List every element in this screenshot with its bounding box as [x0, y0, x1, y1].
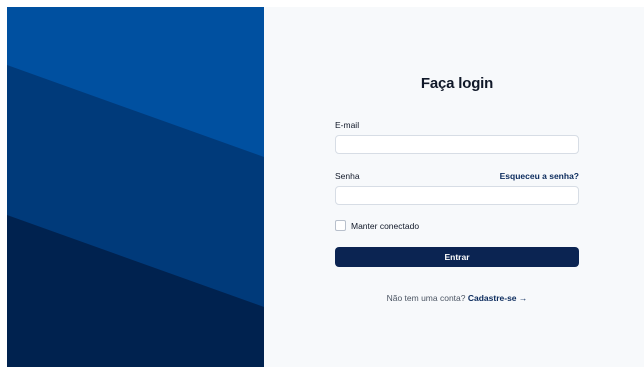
signup-row: Não tem uma conta? Cadastre-se → — [335, 293, 579, 303]
forgot-password-link[interactable]: Esqueceu a senha? — [500, 171, 579, 181]
email-field[interactable] — [335, 135, 579, 154]
signup-link-label: Cadastre-se — [467, 293, 517, 303]
password-field[interactable] — [335, 186, 579, 205]
login-button[interactable]: Entrar — [335, 247, 579, 267]
diagonal-stripes-graphic — [7, 7, 264, 367]
signup-link[interactable]: Cadastre-se → — [468, 293, 528, 303]
login-form-panel: Faça login E-mail Senha Esqueceu a senha… — [264, 7, 644, 367]
remember-me-checkbox[interactable] — [335, 220, 346, 231]
remember-me-row[interactable]: Manter conectado — [335, 220, 419, 231]
password-label: Senha — [335, 171, 360, 181]
email-label: E-mail — [335, 120, 360, 130]
page-title: Faça login — [420, 75, 494, 92]
decorative-panel — [7, 7, 264, 367]
arrow-right-icon: → — [518, 293, 528, 303]
remember-me-label: Manter conectado — [351, 220, 420, 231]
login-page: Faça login E-mail Senha Esqueceu a senha… — [7, 7, 644, 367]
signup-prompt: Não tem uma conta? — [386, 293, 466, 303]
